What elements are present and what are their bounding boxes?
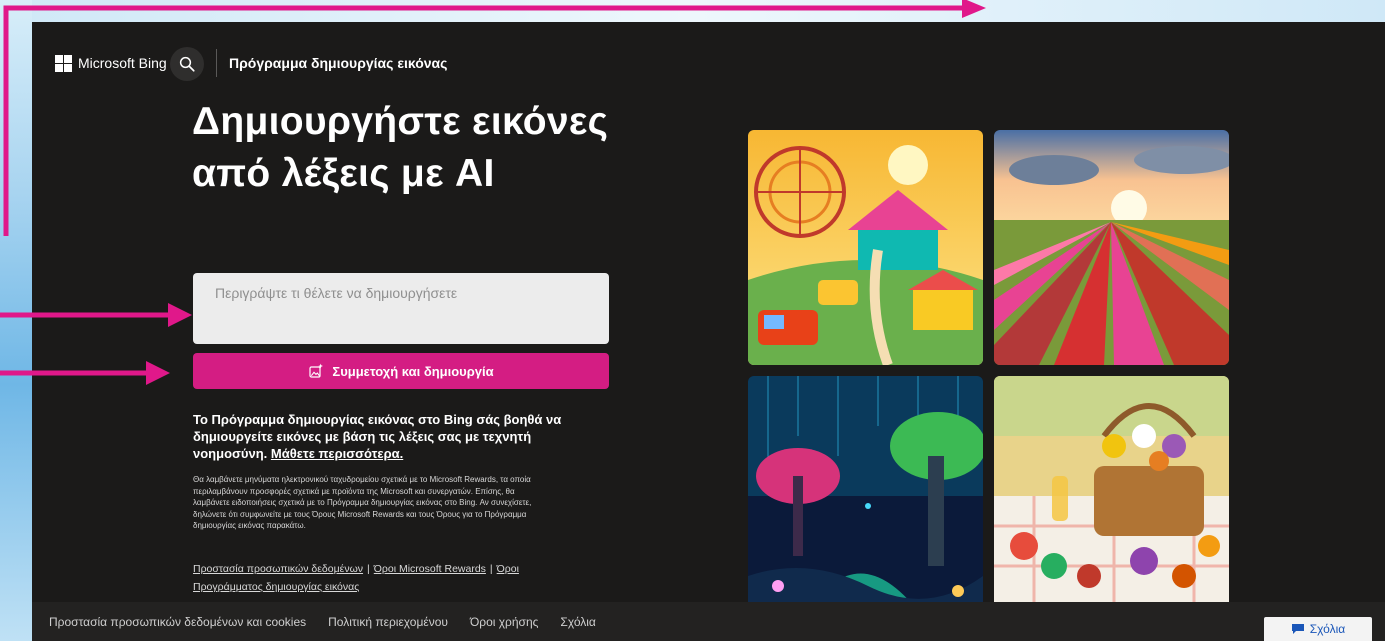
sample-image-forest[interactable] <box>748 376 983 611</box>
page-footer: Προστασία προσωπικών δεδομένων και cooki… <box>32 602 1385 641</box>
sample-image-tulips[interactable] <box>994 130 1229 365</box>
footer-terms-link[interactable]: Όροι χρήσης <box>470 615 538 629</box>
legal-links: Προστασία προσωπικών δεδομένων | Όροι Micr… <box>193 560 553 596</box>
browser-page: Microsoft Bing Πρόγραμμα δημιουργίας εικ… <box>32 22 1385 641</box>
desktop-background-top <box>0 0 1385 22</box>
separator: | <box>367 563 370 575</box>
prompt-box[interactable] <box>193 273 609 344</box>
footer-content-policy-link[interactable]: Πολιτική περιεχομένου <box>328 615 448 629</box>
feedback-button[interactable]: Σχόλια <box>1264 617 1372 641</box>
footer-feedback-link[interactable]: Σχόλια <box>560 615 595 629</box>
search-icon <box>179 56 195 72</box>
rewards-terms-link[interactable]: Όροι Microsoft Rewards <box>374 563 486 575</box>
learn-more-link[interactable]: Μάθετε περισσότερα. <box>271 446 403 461</box>
brand-name: Microsoft Bing <box>78 55 167 71</box>
header-divider <box>216 49 217 77</box>
fine-print: Θα λαμβάνετε μηνύματα ηλεκτρονικού ταχυδ… <box>193 475 532 530</box>
product-title[interactable]: Πρόγραμμα δημιουργίας εικόνας <box>229 55 447 71</box>
sample-image-picnic[interactable] <box>994 376 1229 611</box>
desktop-background-left <box>0 0 32 641</box>
privacy-link[interactable]: Προστασία προσωπικών δεδομένων <box>193 563 363 575</box>
page-title: Δημιουργήστε εικόνες από λέξεις με AI <box>192 100 609 195</box>
description: Το Πρόγραμμα δημιουργίας εικόνας στο Bin… <box>193 411 563 462</box>
bing-logo[interactable]: Microsoft Bing <box>55 52 167 74</box>
prompt-input[interactable] <box>193 273 609 344</box>
chat-bubble-icon <box>1291 624 1304 634</box>
separator: | <box>489 563 493 575</box>
sample-image-carnival[interactable] <box>748 130 983 365</box>
join-and-create-button[interactable]: Συμμετοχή και δημιουργία <box>193 353 609 389</box>
search-button[interactable] <box>170 47 204 81</box>
footer-privacy-link[interactable]: Προστασία προσωπικών δεδομένων και cooki… <box>49 615 306 629</box>
feedback-label: Σχόλια <box>1309 622 1346 636</box>
page-header: Microsoft Bing Πρόγραμμα δημιουργίας εικ… <box>32 22 1385 104</box>
join-and-create-label: Συμμετοχή και δημιουργία <box>332 363 494 379</box>
microsoft-logo-icon <box>55 54 72 72</box>
image-sparkle-icon <box>309 363 324 378</box>
footer-links: Προστασία προσωπικών δεδομένων και cooki… <box>49 615 596 629</box>
